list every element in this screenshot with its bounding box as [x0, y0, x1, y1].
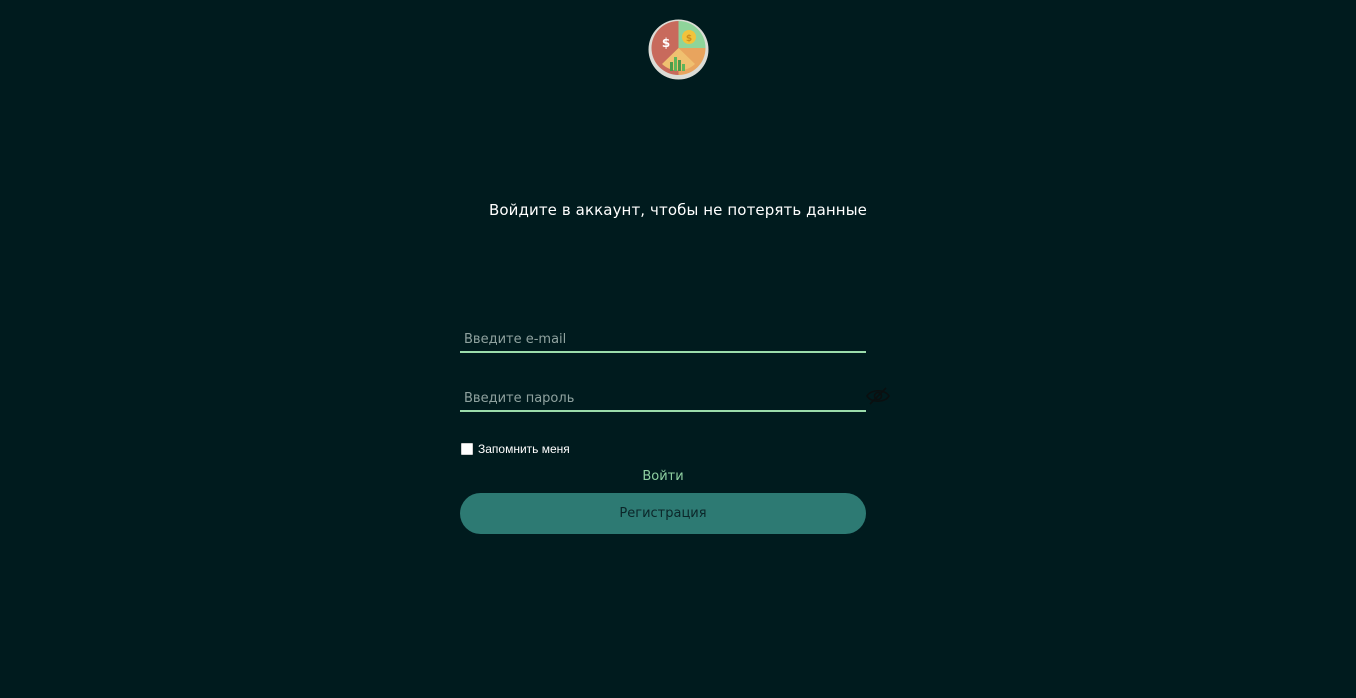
email-field[interactable]: [460, 318, 866, 351]
login-form: Запомнить меня Войти Регистрация: [460, 318, 890, 534]
password-field[interactable]: [460, 377, 866, 410]
svg-text:$: $: [662, 36, 670, 50]
login-page: $ $ Войдите в аккаунт, чтобы не потерять…: [0, 0, 1356, 698]
remember-me-checkbox[interactable]: [461, 443, 473, 455]
email-field-wrapper: [460, 318, 866, 353]
page-title: Войдите в аккаунт, чтобы не потерять дан…: [489, 201, 867, 219]
remember-me-row: Запомнить меня: [460, 440, 866, 458]
login-button[interactable]: Войти: [460, 467, 866, 485]
remember-me-label: Запомнить меня: [478, 442, 570, 456]
svg-text:$: $: [686, 34, 692, 44]
password-field-wrapper: [460, 377, 866, 412]
register-button[interactable]: Регистрация: [460, 493, 866, 534]
finance-pie-chart-logo-icon: $ $: [648, 19, 709, 80]
eye-off-icon[interactable]: [865, 386, 891, 406]
